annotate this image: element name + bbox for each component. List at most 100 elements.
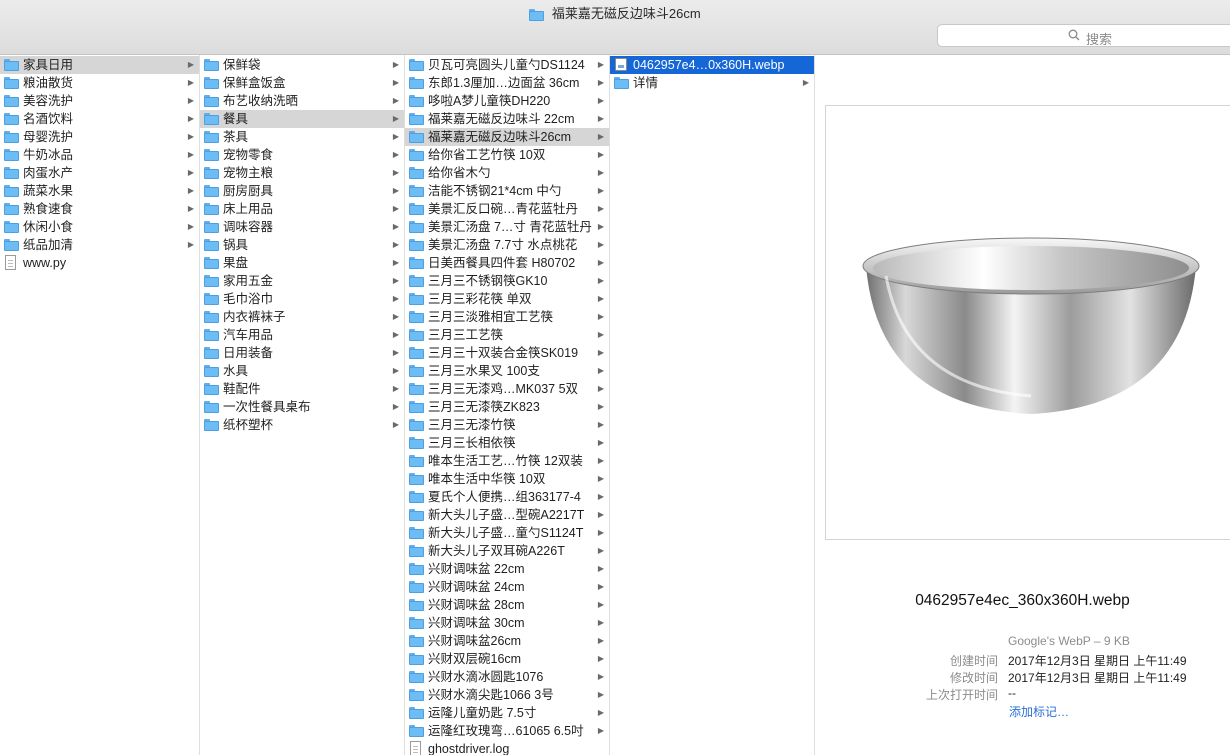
folder-row[interactable]: 兴财调味盆26cm ▶ xyxy=(405,632,609,650)
folder-row[interactable]: 三月三彩花筷 单双 ▶ xyxy=(405,290,609,308)
folder-row[interactable]: 毛巾浴巾 ▶ xyxy=(200,290,404,308)
folder-row[interactable]: 牛奶冰品 ▶ xyxy=(0,146,199,164)
folder-row[interactable]: 纸品加清 ▶ xyxy=(0,236,199,254)
folder-row[interactable]: 兴财调味盆 30cm ▶ xyxy=(405,614,609,632)
folder-row[interactable]: 厨房厨具 ▶ xyxy=(200,182,404,200)
folder-row[interactable]: 兴财水滴尖匙1066 3号 ▶ xyxy=(405,686,609,704)
folder-row[interactable]: 三月三十双装合金筷SK019 ▶ xyxy=(405,344,609,362)
column-files[interactable]: 0462957e4…0x360H.webp 详情 ▶ xyxy=(610,55,815,755)
image-file-icon xyxy=(615,58,627,71)
folder-row[interactable]: 兴财调味盆 22cm ▶ xyxy=(405,560,609,578)
folder-row[interactable]: 纸杯塑杯 ▶ xyxy=(200,416,404,434)
folder-row[interactable]: 母婴洗护 ▶ xyxy=(0,128,199,146)
folder-row[interactable]: 详情 ▶ xyxy=(610,74,814,92)
folder-row[interactable]: 锅具 ▶ xyxy=(200,236,404,254)
folder-row[interactable]: 布艺收纳洗晒 ▶ xyxy=(200,92,404,110)
add-tags-link[interactable]: 添加标记… xyxy=(1009,703,1069,720)
folder-row[interactable]: 新大头儿子盛…童勺S1124T ▶ xyxy=(405,524,609,542)
folder-row[interactable]: 给你省木勺 ▶ xyxy=(405,164,609,182)
folder-row[interactable]: 床上用品 ▶ xyxy=(200,200,404,218)
folder-row[interactable]: 东郎1.3厘加…边面盆 36cm ▶ xyxy=(405,74,609,92)
folder-row[interactable]: 运隆儿童奶匙 7.5寸 ▶ xyxy=(405,704,609,722)
disclosure-arrow-icon: ▶ xyxy=(597,222,604,231)
folder-icon xyxy=(409,221,424,233)
folder-icon xyxy=(409,257,424,269)
folder-icon xyxy=(409,725,424,737)
disclosure-arrow-icon: ▶ xyxy=(597,672,604,681)
folder-row[interactable]: 三月三长相依筷 ▶ xyxy=(405,434,609,452)
column-subcategories[interactable]: 保鲜袋 ▶ 保鲜盒饭盒 ▶ 布艺收纳洗晒 ▶ 餐具 ▶ 茶具 ▶ 宠物零食 ▶ 宠物主粮 ▶ 厨房厨具 ▶ 床上… xyxy=(200,55,405,755)
folder-row[interactable]: 三月三无漆竹筷 ▶ xyxy=(405,416,609,434)
folder-row[interactable]: 三月三无漆鸡…MK037 5双 ▶ xyxy=(405,380,609,398)
window-title: 福莱嘉无磁反边味斗26cm xyxy=(551,6,701,21)
file-row[interactable]: ghostdriver.log xyxy=(405,740,609,755)
folder-row[interactable]: 兴财水滴冰圆匙1076 ▶ xyxy=(405,668,609,686)
folder-row[interactable]: 一次性餐具桌布 ▶ xyxy=(200,398,404,416)
folder-row[interactable]: 汽车用品 ▶ xyxy=(200,326,404,344)
folder-icon xyxy=(204,113,219,125)
folder-row[interactable]: 福莱嘉无磁反边味斗 22cm ▶ xyxy=(405,110,609,128)
folder-icon xyxy=(409,383,424,395)
disclosure-arrow-icon: ▶ xyxy=(597,294,604,303)
folder-row[interactable]: 保鲜盒饭盒 ▶ xyxy=(200,74,404,92)
folder-row[interactable]: 肉蛋水产 ▶ xyxy=(0,164,199,182)
folder-row[interactable]: 美容洗护 ▶ xyxy=(0,92,199,110)
column-products[interactable]: 贝瓦可亮圆头儿童勺DS1124 ▶ 东郎1.3厘加…边面盆 36cm ▶ 哆啦A梦儿童筷… xyxy=(405,55,610,755)
folder-row[interactable]: 粮油散货 ▶ xyxy=(0,74,199,92)
folder-row[interactable]: 内衣裤袜子 ▶ xyxy=(200,308,404,326)
folder-row[interactable]: 运隆红玫瑰弯…61065 6.5吋 ▶ xyxy=(405,722,609,740)
folder-row[interactable]: 三月三淡雅相宜工艺筷 ▶ xyxy=(405,308,609,326)
folder-row[interactable]: 调味容器 ▶ xyxy=(200,218,404,236)
folder-row[interactable]: 日美西餐具四件套 H80702 ▶ xyxy=(405,254,609,272)
folder-icon xyxy=(204,275,219,287)
disclosure-arrow-icon: ▶ xyxy=(597,600,604,609)
folder-row[interactable]: 给你省工艺竹筷 10双 ▶ xyxy=(405,146,609,164)
folder-row[interactable]: 新大头儿子盛…型碗A2217T ▶ xyxy=(405,506,609,524)
folder-row[interactable]: 熟食速食 ▶ xyxy=(0,200,199,218)
created-value: 2017年12月3日 星期日 上午11:49 xyxy=(1008,654,1187,668)
folder-row[interactable]: 名酒饮料 ▶ xyxy=(0,110,199,128)
folder-row[interactable]: 兴财调味盆 28cm ▶ xyxy=(405,596,609,614)
folder-row[interactable]: 美景汇汤盘 7.7寸 水点桃花 ▶ xyxy=(405,236,609,254)
folder-row[interactable]: 福莱嘉无磁反边味斗26cm ▶ xyxy=(405,128,609,146)
folder-row[interactable]: 兴财调味盆 24cm ▶ xyxy=(405,578,609,596)
folder-row[interactable]: 新大头儿子双耳碗A226T ▶ xyxy=(405,542,609,560)
folder-row[interactable]: 美景汇汤盘 7…寸 青花蓝牡丹 ▶ xyxy=(405,218,609,236)
folder-row[interactable]: 唯本生活工艺…竹筷 12双装 ▶ xyxy=(405,452,609,470)
folder-row[interactable]: 贝瓦可亮圆头儿童勺DS1124 ▶ xyxy=(405,56,609,74)
folder-row[interactable]: 休闲小食 ▶ xyxy=(0,218,199,236)
folder-row[interactable]: 三月三水果叉 100支 ▶ xyxy=(405,362,609,380)
file-row[interactable]: www.py xyxy=(0,254,199,272)
folder-row[interactable]: 家具日用 ▶ xyxy=(0,56,199,74)
folder-row[interactable]: 蔬菜水果 ▶ xyxy=(0,182,199,200)
search-field[interactable]: 搜索 xyxy=(937,24,1230,47)
folder-row[interactable]: 保鲜袋 ▶ xyxy=(200,56,404,74)
folder-row[interactable]: 三月三不锈钢筷GK10 ▶ xyxy=(405,272,609,290)
folder-row[interactable]: 宠物主粮 ▶ xyxy=(200,164,404,182)
disclosure-arrow-icon: ▶ xyxy=(597,96,604,105)
folder-row[interactable]: 水具 ▶ xyxy=(200,362,404,380)
folder-row[interactable]: 洁能不锈钢21*4cm 中勺 ▶ xyxy=(405,182,609,200)
folder-row[interactable]: 兴财双层碗16cm ▶ xyxy=(405,650,609,668)
folder-row[interactable]: 果盘 ▶ xyxy=(200,254,404,272)
folder-row[interactable]: 餐具 ▶ xyxy=(200,110,404,128)
disclosure-arrow-icon: ▶ xyxy=(597,150,604,159)
folder-row[interactable]: 宠物零食 ▶ xyxy=(200,146,404,164)
folder-row[interactable]: 鞋配件 ▶ xyxy=(200,380,404,398)
folder-row[interactable]: 三月三无漆筷ZK823 ▶ xyxy=(405,398,609,416)
folder-row[interactable]: 唯本生活中华筷 10双 ▶ xyxy=(405,470,609,488)
folder-icon xyxy=(4,113,19,125)
folder-row[interactable]: 茶具 ▶ xyxy=(200,128,404,146)
folder-row[interactable]: 夏氏个人便携…组363177-4 ▶ xyxy=(405,488,609,506)
column-categories[interactable]: 家具日用 ▶ 粮油散货 ▶ 美容洗护 ▶ 名酒饮料 ▶ 母婴洗护 ▶ 牛奶冰品 ▶ 肉蛋水产 ▶ 蔬菜水果 ▶… xyxy=(0,55,200,755)
folder-icon xyxy=(4,149,19,161)
folder-row[interactable]: 哆啦A梦儿童筷DH220 ▶ xyxy=(405,92,609,110)
folder-icon xyxy=(409,635,424,647)
folder-row[interactable]: 家用五金 ▶ xyxy=(200,272,404,290)
disclosure-arrow-icon: ▶ xyxy=(392,60,399,69)
row-label: 果盘 xyxy=(223,256,249,270)
folder-row[interactable]: 日用装备 ▶ xyxy=(200,344,404,362)
folder-row[interactable]: 美景汇反口碗…青花蓝牡丹 ▶ xyxy=(405,200,609,218)
file-row[interactable]: 0462957e4…0x360H.webp xyxy=(610,56,814,74)
folder-row[interactable]: 三月三工艺筷 ▶ xyxy=(405,326,609,344)
